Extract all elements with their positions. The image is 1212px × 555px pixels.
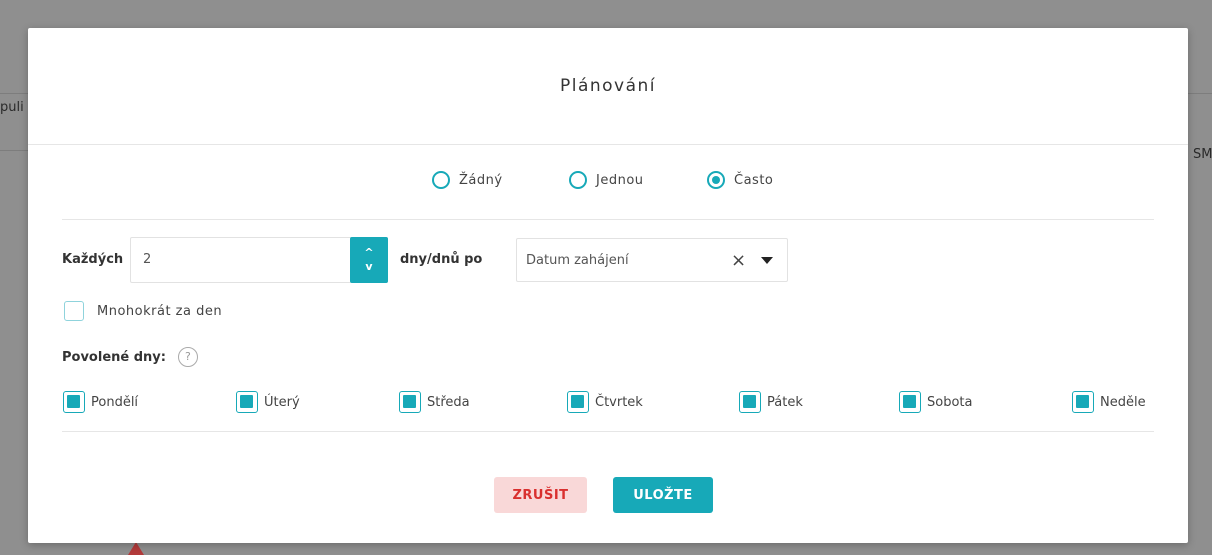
background-column-header: SM	[1193, 147, 1212, 162]
multiple-per-day-checkbox[interactable]: Mnohokrát za den	[64, 301, 222, 321]
day-checkbox-saturday[interactable]: Sobota	[899, 391, 972, 413]
start-date-select[interactable]: Datum zahájení ×	[516, 238, 788, 282]
background-divider	[1188, 93, 1212, 94]
modal-title: Plánování	[559, 76, 657, 96]
checkbox-checked-icon	[399, 391, 421, 413]
checkbox-checked-icon	[236, 391, 258, 413]
cancel-button[interactable]: ZRUŠIT	[494, 477, 587, 513]
day-label: Čtvrtek	[595, 394, 643, 410]
day-checkbox-wednesday[interactable]: Středa	[399, 391, 470, 413]
background-divider	[0, 93, 30, 94]
day-label: Úterý	[264, 394, 300, 410]
chevron-up-icon[interactable]: ^	[364, 246, 373, 260]
days-after-label: dny/dnů po	[400, 252, 483, 267]
help-icon[interactable]: ?	[177, 347, 198, 367]
day-label: Pátek	[767, 394, 803, 410]
background-column-header: puli	[0, 100, 24, 115]
day-label: Pondělí	[91, 394, 139, 410]
frequency-radio-group: Žádný Jednou Často	[28, 171, 1188, 197]
radio-circle-icon	[432, 171, 450, 189]
checkbox-icon	[64, 301, 84, 321]
day-checkbox-monday[interactable]: Pondělí	[63, 391, 138, 413]
allowed-days-header: Povolené dny: ?	[62, 347, 198, 367]
checkbox-checked-icon	[899, 391, 921, 413]
divider	[62, 219, 1154, 220]
interval-stepper[interactable]: ^ v	[350, 237, 388, 283]
background-divider	[0, 150, 30, 151]
day-label: Neděle	[1100, 394, 1146, 410]
radio-circle-icon	[569, 171, 587, 189]
checkbox-checked-icon	[63, 391, 85, 413]
radio-once[interactable]: Jednou	[569, 171, 644, 189]
day-checkbox-friday[interactable]: Pátek	[739, 391, 803, 413]
radio-none[interactable]: Žádný	[432, 171, 503, 189]
every-label: Každých	[62, 252, 124, 267]
select-value: Datum zahájení	[526, 253, 629, 268]
scheduling-modal: Plánování Žádný Jednou Často Každých 2 ^…	[28, 28, 1188, 543]
day-label: Sobota	[927, 394, 973, 410]
radio-checked-icon	[707, 171, 725, 189]
checkbox-label: Mnohokrát za den	[97, 303, 223, 319]
day-checkbox-tuesday[interactable]: Úterý	[236, 391, 300, 413]
checkbox-checked-icon	[1072, 391, 1094, 413]
warning-icon	[128, 542, 144, 555]
checkbox-checked-icon	[739, 391, 761, 413]
caret-down-icon[interactable]	[761, 257, 773, 264]
day-checkbox-sunday[interactable]: Neděle	[1072, 391, 1146, 413]
chevron-down-icon[interactable]: v	[365, 260, 372, 274]
clear-icon[interactable]: ×	[731, 250, 746, 271]
radio-label: Žádný	[459, 172, 503, 188]
day-checkbox-thursday[interactable]: Čtvrtek	[567, 391, 643, 413]
save-button[interactable]: ULOŽTE	[613, 477, 713, 513]
radio-often[interactable]: Často	[707, 171, 773, 189]
day-label: Středa	[427, 394, 470, 410]
modal-header: Plánování	[28, 28, 1188, 145]
allowed-days-label: Povolené dny:	[62, 349, 166, 365]
divider	[62, 431, 1154, 432]
radio-label: Jednou	[596, 172, 644, 188]
checkbox-checked-icon	[567, 391, 589, 413]
radio-label: Často	[734, 172, 774, 188]
